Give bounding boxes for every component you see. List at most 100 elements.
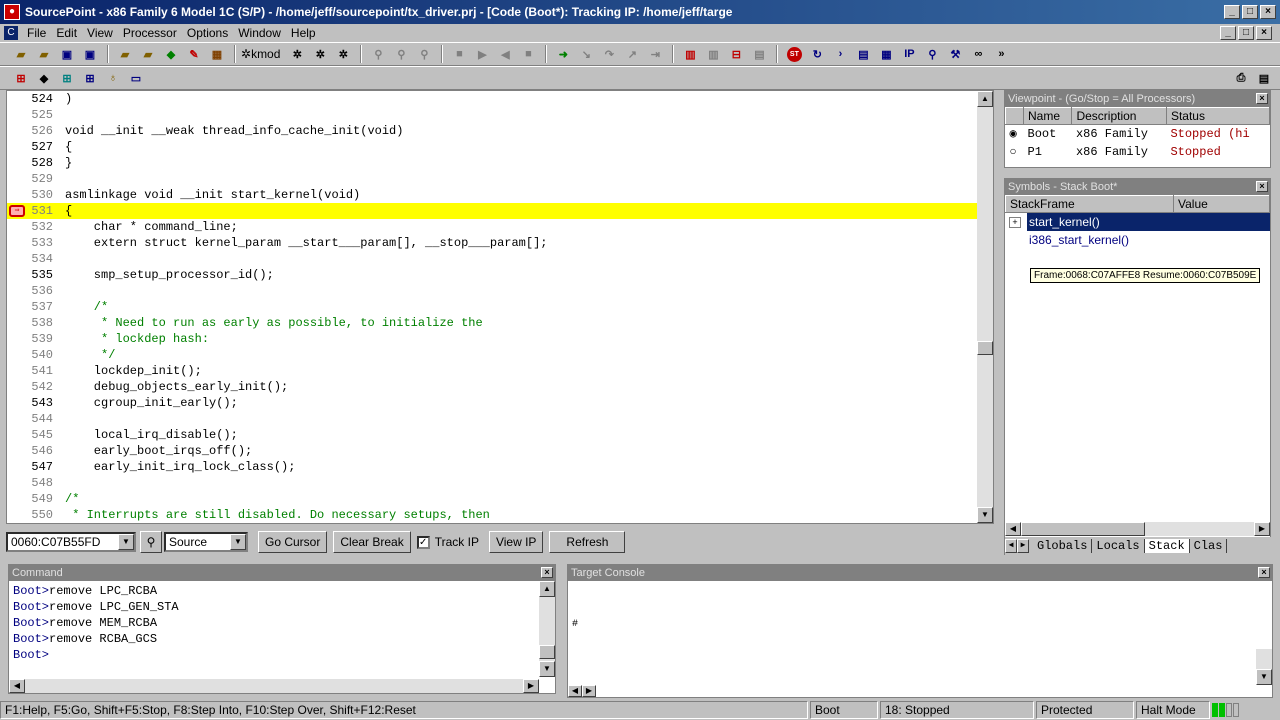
find-next-icon[interactable]: ⚲ (390, 44, 412, 64)
refresh-button[interactable]: Refresh (549, 531, 626, 553)
find-prev-icon[interactable]: ⚲ (413, 44, 435, 64)
breakpoint-list-icon[interactable]: ◆ (33, 68, 55, 88)
grid-icon[interactable]: ▦ (875, 44, 897, 64)
print-icon[interactable]: ⎙ (1230, 68, 1252, 88)
tab-globals[interactable]: Globals (1033, 539, 1093, 553)
chevron-down-icon[interactable]: ▼ (118, 534, 134, 550)
step-out-icon[interactable]: ↗ (621, 44, 643, 64)
code-line[interactable]: 536 (7, 283, 979, 299)
symbols-icon[interactable]: ◆ (160, 44, 182, 64)
code-line[interactable]: 528} (7, 155, 979, 171)
back-icon[interactable]: ◀ (494, 44, 516, 64)
code-line[interactable]: 546 early_boot_irqs_off(); (7, 443, 979, 459)
reset-icon[interactable]: ↻ (806, 44, 828, 64)
memory-icon[interactable]: ▤ (852, 44, 874, 64)
code-line[interactable]: 530 asmlinkage void __init start_kernel(v… (7, 187, 979, 203)
gear-icon[interactable]: ✲ (286, 44, 308, 64)
column-header[interactable]: Status (1165, 107, 1271, 125)
symbols-horizontal-scrollbar[interactable]: ◀ ▶ (1005, 522, 1270, 536)
halt-icon[interactable]: ■ (517, 44, 539, 64)
gear-icon[interactable]: ✲ (332, 44, 354, 64)
wrench-icon[interactable]: ⚒ (944, 44, 966, 64)
scroll-right-icon[interactable]: ▶ (1254, 522, 1270, 536)
reload-icon[interactable]: ▰ (137, 44, 159, 64)
load-icon[interactable]: ▰ (114, 44, 136, 64)
code-line[interactable]: 527 { (7, 139, 979, 155)
code-line[interactable]: 542 debug_objects_early_init(); (7, 379, 979, 395)
more-icon[interactable]: » (990, 44, 1012, 64)
view-mode-combo[interactable]: Source ▼ (164, 532, 248, 552)
close-button[interactable]: × (1260, 5, 1276, 19)
stack-frame-row[interactable]: i386_start_kernel() (1005, 231, 1270, 249)
tab-classes[interactable]: Clas (1190, 539, 1228, 553)
close-icon[interactable]: × (541, 567, 553, 578)
code-line[interactable]: 529 (7, 171, 979, 187)
track-ip-checkbox[interactable]: ✓ Track IP (416, 535, 479, 549)
code-line[interactable]: 547 early_init_irq_lock_class(); (7, 459, 979, 475)
console-horizontal-scrollbar[interactable]: ◀ ▶ (568, 685, 608, 697)
code-line[interactable]: 537 /* (7, 299, 979, 315)
code-line[interactable]: 535 smp_setup_processor_id(); (7, 267, 979, 283)
go-cursor-button[interactable]: Go Cursor (258, 531, 328, 553)
column-header[interactable]: Name (1022, 107, 1073, 125)
ip-button[interactable]: IP (898, 44, 920, 64)
search-icon[interactable]: ⚲ (921, 44, 943, 64)
bulb-icon[interactable]: ♁ (102, 68, 124, 88)
maximize-button[interactable]: □ (1242, 5, 1258, 19)
code-line[interactable]: 532 char * command_line; (7, 219, 979, 235)
command-vertical-scrollbar[interactable]: ▲ ▼ (539, 581, 555, 677)
command-horizontal-scrollbar[interactable]: ◀ ▶ (9, 679, 539, 693)
column-header[interactable]: Value (1173, 195, 1270, 213)
gear-icon[interactable]: ✲ (309, 44, 331, 64)
calc-icon[interactable]: ▦ (206, 44, 228, 64)
save-icon[interactable]: ▣ (56, 44, 78, 64)
scroll-thumb[interactable] (539, 645, 555, 659)
hardware-icon[interactable]: ▤ (748, 44, 770, 64)
close-icon[interactable]: × (1258, 567, 1270, 578)
code-line[interactable]: 541 lockdep_init(); (7, 363, 979, 379)
code-line[interactable]: 525 (7, 107, 979, 123)
code-line[interactable]: 549 /* (7, 491, 979, 507)
clear-break-button[interactable]: Clear Break (333, 531, 411, 553)
code-line[interactable]: 540 */ (7, 347, 979, 363)
mdi-close-button[interactable]: × (1256, 26, 1272, 40)
open-folder-icon[interactable]: ▰ (33, 44, 55, 64)
find-icon[interactable]: ⚲ (367, 44, 389, 64)
tab-scroll-right-icon[interactable]: ▶ (1017, 539, 1029, 553)
console-vertical-scrollbar[interactable]: ▼ (1256, 649, 1272, 685)
menu-file[interactable]: File (22, 26, 51, 40)
table-row[interactable]: ○ P1 x86 Family Stopped (1006, 143, 1270, 161)
step-into-icon[interactable]: ↘ (575, 44, 597, 64)
scroll-right-icon[interactable]: ▶ (523, 679, 539, 693)
chevron-down-icon[interactable]: ▼ (230, 534, 246, 550)
scroll-left-icon[interactable]: ◀ (1005, 522, 1021, 536)
menu-processor[interactable]: Processor (118, 26, 182, 40)
scroll-thumb[interactable] (1021, 522, 1145, 536)
current-ip-line[interactable]: ⇒ 531{ (7, 203, 979, 219)
registers-icon[interactable]: ⊞ (10, 68, 32, 88)
code-line[interactable]: 544 (7, 411, 979, 427)
scroll-left-icon[interactable]: ◀ (568, 685, 582, 697)
monitor-icon[interactable]: ▭ (125, 68, 147, 88)
breakpoint-clear-icon[interactable]: ⊟ (725, 44, 747, 64)
close-icon[interactable]: × (1256, 181, 1268, 192)
run-to-icon[interactable]: ⇥ (644, 44, 666, 64)
mdi-minimize-button[interactable]: _ (1220, 26, 1236, 40)
menu-window[interactable]: Window (233, 26, 286, 40)
scroll-left-icon[interactable]: ◀ (9, 679, 25, 693)
scroll-right-icon[interactable]: ▶ (582, 685, 596, 697)
code-view[interactable]: 524) 525 526 void __init __weak thread_info… (6, 90, 994, 524)
scroll-up-icon[interactable]: ▲ (539, 581, 555, 597)
menu-options[interactable]: Options (182, 26, 233, 40)
stack-frame-row[interactable]: + start_kernel() (1005, 213, 1270, 231)
close-icon[interactable]: × (1256, 93, 1268, 104)
breakpoint-disable-icon[interactable]: ▥ (702, 44, 724, 64)
view-ip-button[interactable]: View IP (488, 531, 544, 553)
scroll-down-icon[interactable]: ▼ (977, 507, 993, 523)
search-icon[interactable]: ⚲ (140, 531, 162, 553)
step-icon[interactable]: ▶ (471, 44, 493, 64)
print-preview-icon[interactable]: ▤ (1253, 68, 1275, 88)
breakpoint-icon[interactable]: ▥ (679, 44, 701, 64)
menu-help[interactable]: Help (286, 26, 321, 40)
mdi-maximize-button[interactable]: □ (1238, 26, 1254, 40)
